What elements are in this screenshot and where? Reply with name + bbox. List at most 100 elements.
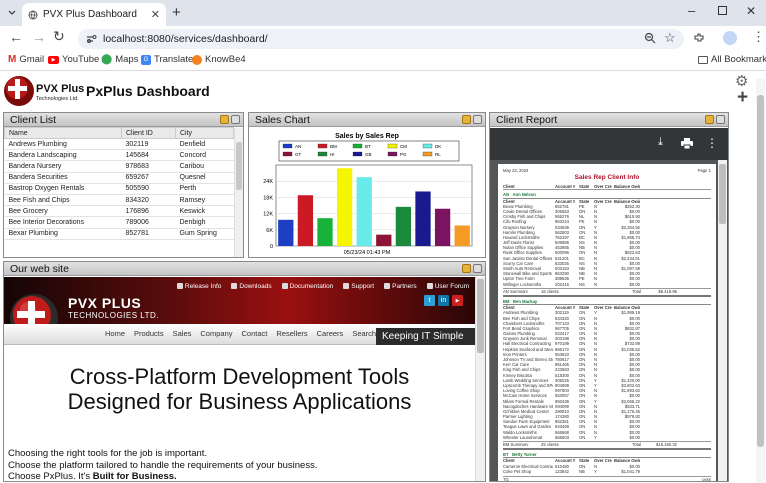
report-cell: $0.00 <box>629 434 640 440</box>
refresh-icon[interactable] <box>220 115 229 124</box>
zoom-icon[interactable] <box>644 32 656 44</box>
top-link[interactable]: User Forum <box>426 280 469 292</box>
add-panel-button[interactable]: + <box>737 87 748 109</box>
top-link[interactable]: Release Info <box>176 280 221 292</box>
report-cell: N <box>594 281 598 287</box>
report-scrollbar[interactable] <box>718 160 727 481</box>
report-cell: Coke Pet Shop <box>503 468 532 474</box>
panel-options-icon[interactable] <box>473 264 482 273</box>
client-table: Name Client ID City Andrews Plumbing 3021… <box>4 127 234 240</box>
bookmark-gmail[interactable]: M Gmail <box>8 54 44 65</box>
pvx-logo: PVX Plus Technologies Ltd. <box>3 73 85 109</box>
column-header-client-id[interactable]: Client ID <box>121 127 176 139</box>
panel-options-icon[interactable] <box>473 115 482 124</box>
pdf-toolbar: ⤓ ⋮ <box>490 128 728 160</box>
legend-swatch <box>422 143 433 149</box>
y-tick-label: 12K <box>263 212 273 218</box>
table-row[interactable]: Bee Interior Decorations 789006 Denbigh <box>4 216 234 229</box>
refresh-icon[interactable] <box>705 115 714 124</box>
top-link[interactable]: Documentation <box>281 280 333 292</box>
close-tab-icon[interactable]: ✕ <box>151 8 160 21</box>
all-bookmarks[interactable]: All Bookmarks <box>698 54 766 65</box>
cell-client-id: 852781 <box>121 228 176 240</box>
cell-city: Perth <box>175 183 234 195</box>
top-link[interactable]: Support <box>343 280 374 292</box>
new-tab-button[interactable]: + <box>172 4 181 21</box>
table-row[interactable]: Bandera Nursery 978683 Caribou <box>4 160 234 173</box>
youtube-icon[interactable]: ▶ <box>452 295 463 306</box>
linkedin-icon[interactable]: in <box>438 295 449 306</box>
web-site-scrollbar[interactable] <box>475 277 485 481</box>
nav-link[interactable]: Home <box>105 329 125 338</box>
bar-bt <box>317 218 333 246</box>
report-cell: Over Credit <box>594 184 612 190</box>
table-row[interactable]: Bee Fish and Chips 834320 Ramsey <box>4 194 234 207</box>
cell-name: Andrews Plumbing <box>4 138 122 151</box>
web-site-header: Our web site <box>4 262 485 276</box>
site-intro: Choosing the right tools for the job is … <box>8 448 317 481</box>
nav-link[interactable]: Company <box>200 329 232 338</box>
sales-chart-panel: Sales Chart Sales by Sales Rep AN BM BT CM DK… <box>248 112 486 258</box>
maximize-button[interactable] <box>718 6 727 15</box>
nav-link[interactable]: Contact <box>242 329 268 338</box>
table-row[interactable]: Bandera Landscaping 145684 Concord <box>4 149 234 162</box>
close-window-button[interactable]: ✕ <box>746 4 756 18</box>
print-icon[interactable] <box>681 138 693 149</box>
legend-swatch <box>317 151 328 157</box>
page-scrollbar[interactable] <box>756 79 765 483</box>
cell-city: Denbigh <box>175 216 234 229</box>
web-site-panel: Our web site Release Info Downloads Docume… <box>3 261 486 482</box>
cell-client-id: 176896 <box>121 205 176 218</box>
forward-icon[interactable]: → <box>32 29 46 45</box>
top-link[interactable]: Downloads <box>231 280 272 292</box>
panel-options-icon[interactable] <box>231 115 240 124</box>
table-row[interactable]: Andrews Plumbing 302119 Denfield <box>4 138 234 151</box>
bar-gt <box>376 234 392 246</box>
column-header-name[interactable]: Name <box>4 127 122 139</box>
logo-name: PVX Plus <box>36 83 85 95</box>
download-icon[interactable]: ⤓ <box>658 136 663 149</box>
summary-clients: 16 clients <box>541 288 559 293</box>
address-bar[interactable]: localhost:8080/services/dashboard/ ☆ <box>78 29 684 49</box>
nav-link[interactable]: Careers <box>317 329 344 338</box>
headline-line-2: Designed for Business Applications <box>67 389 412 414</box>
nav-link[interactable]: Search <box>352 329 376 338</box>
nav-link[interactable]: Sales <box>173 329 192 338</box>
site-info-icon[interactable] <box>86 34 97 44</box>
extensions-icon[interactable] <box>693 32 705 44</box>
report-cell: 123842 <box>555 468 569 474</box>
top-link-icon <box>231 283 238 289</box>
top-link[interactable]: Partners <box>384 280 417 292</box>
browser-tab-active[interactable]: PVX Plus Dashboard ✕ <box>22 3 166 26</box>
back-icon[interactable]: ← <box>9 29 23 45</box>
legend-swatch <box>387 151 398 157</box>
minimize-button[interactable]: – <box>688 3 695 18</box>
cell-name: Bexar Plumbing <box>4 228 122 240</box>
bookmark-translate[interactable]: G Translate <box>141 54 193 65</box>
browser-menu-icon[interactable]: ⋮ <box>752 29 765 45</box>
table-row[interactable]: Bee Grocery 176896 Keswick <box>4 205 234 218</box>
nav-link[interactable]: Products <box>134 329 164 338</box>
pdf-menu-icon[interactable]: ⋮ <box>706 136 718 150</box>
twitter-icon[interactable]: t <box>424 295 435 306</box>
tab-search-icon[interactable] <box>6 7 18 19</box>
table-row[interactable]: Bexar Plumbing 852781 Gum Spring <box>4 228 234 240</box>
bookmark-youtube[interactable]: ▶ YouTube <box>48 54 99 65</box>
panel-options-icon[interactable] <box>716 115 725 124</box>
reload-icon[interactable]: ↻ <box>53 28 65 45</box>
profile-avatar[interactable] <box>723 31 737 45</box>
refresh-icon[interactable] <box>462 115 471 124</box>
rep-code: BM <box>503 298 510 304</box>
dashboard-page: PVX Plus Technologies Ltd. PxPlus Dashbo… <box>0 71 766 483</box>
table-row[interactable]: Bandera Securities 659267 Quesnel <box>4 172 234 184</box>
nav-link[interactable]: Resellers <box>276 329 307 338</box>
bookmark-knowbe4[interactable]: KnowBe4 <box>192 54 246 65</box>
client-list-scrollbar[interactable] <box>234 128 243 257</box>
gmail-icon: M <box>8 54 17 65</box>
report-cell: Client <box>503 184 515 190</box>
bookmark-maps[interactable]: ⬤ Maps <box>101 54 138 65</box>
table-row[interactable]: Bastrop Oxygen Rentals 505590 Perth <box>4 183 234 195</box>
column-header-city[interactable]: City <box>175 127 234 139</box>
refresh-icon[interactable] <box>462 264 471 273</box>
bookmark-star-icon[interactable]: ☆ <box>664 30 676 46</box>
